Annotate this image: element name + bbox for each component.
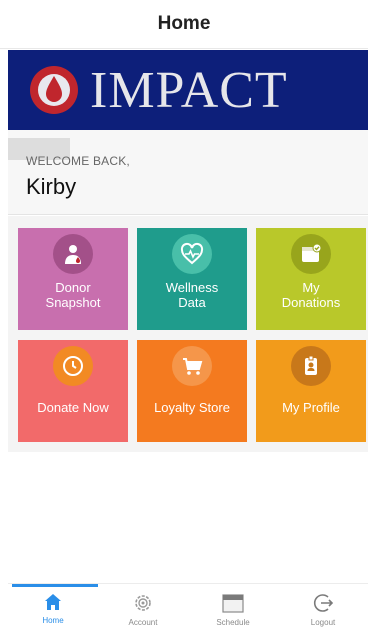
clock-icon: [53, 346, 93, 386]
home-icon: [45, 594, 61, 610]
brand-name: IMPACT: [90, 61, 288, 119]
page-title: Home: [157, 13, 211, 34]
tab-home[interactable]: Home: [8, 584, 98, 634]
gear-icon: [135, 595, 151, 611]
tab-label: Account: [128, 618, 158, 627]
tile-label: Donor Snapshot: [45, 280, 101, 310]
tab-schedule[interactable]: Schedule: [188, 584, 278, 634]
menu-tiles: Donor Snapshot Wellness Data My Donation…: [8, 216, 368, 452]
tile-label: My Profile: [282, 400, 340, 415]
bottom-tab-bar: Home Account Schedule Logout: [8, 583, 368, 634]
logout-icon: [313, 594, 334, 612]
calendar-check-icon: [291, 234, 331, 274]
impact-logo-icon: [30, 66, 78, 114]
tile-donate-now[interactable]: Donate Now: [18, 340, 128, 442]
welcome-label: WELCOME BACK,: [26, 154, 130, 168]
tab-label: Logout: [310, 618, 336, 627]
cart-icon: [172, 346, 212, 386]
calendar-icon: [222, 594, 244, 613]
tile-my-profile[interactable]: My Profile: [256, 340, 366, 442]
tab-label: Home: [42, 616, 64, 625]
tile-label: Donate Now: [37, 400, 109, 415]
user-name: Kirby: [26, 174, 77, 199]
tile-donor-snapshot[interactable]: Donor Snapshot: [18, 228, 128, 330]
donor-person-icon: [53, 234, 93, 274]
heart-monitor-icon: [172, 234, 212, 274]
tile-wellness-data[interactable]: Wellness Data: [137, 228, 247, 330]
tile-label: My Donations: [281, 280, 341, 310]
title-bar: Home: [0, 0, 368, 49]
impact-banner: IMPACT: [8, 50, 368, 130]
tab-account[interactable]: Account: [98, 584, 188, 634]
tile-loyalty-store[interactable]: Loyalty Store: [137, 340, 247, 442]
tile-label: Loyalty Store: [154, 400, 230, 415]
tile-my-donations[interactable]: My Donations: [256, 228, 366, 330]
tab-logout[interactable]: Logout: [278, 584, 368, 634]
welcome-section: WELCOME BACK, Kirby: [8, 130, 368, 215]
tile-label: Wellness Data: [165, 280, 219, 310]
id-badge-icon: [291, 346, 331, 386]
tab-label: Schedule: [216, 618, 250, 627]
